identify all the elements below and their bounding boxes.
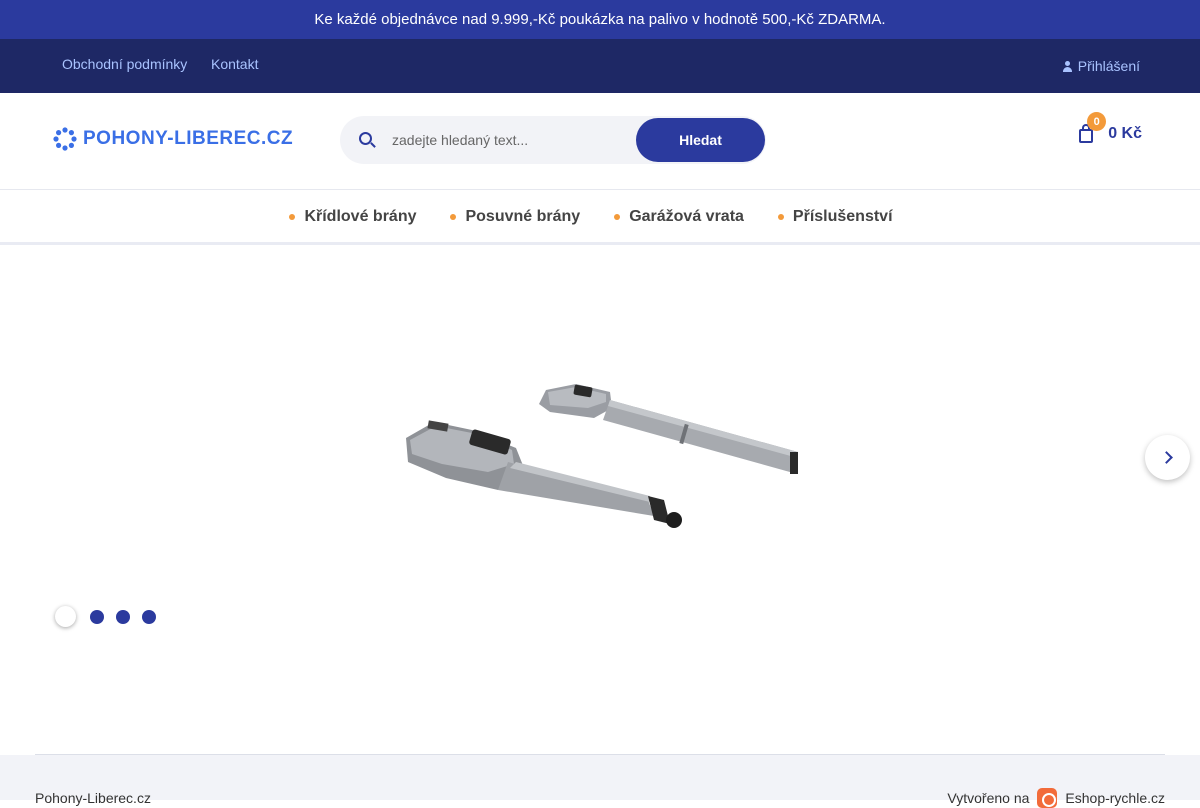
search-bar: Hledat <box>340 116 766 164</box>
bullet-icon <box>289 213 296 220</box>
slider-pagination <box>55 606 156 627</box>
cart-total: 0 Kč <box>1108 125 1142 142</box>
slide-dot-3[interactable] <box>116 609 130 624</box>
logo-text: POHONY-LIBEREC.CZ <box>83 128 294 149</box>
slide-dot-4[interactable] <box>142 609 156 624</box>
login-label: Přihlášení <box>1077 58 1140 74</box>
category-sliding-gates[interactable]: Posuvné brány <box>450 208 580 226</box>
user-icon <box>1062 60 1072 72</box>
footer-created-label: Vytvořeno na <box>947 790 1030 806</box>
site-logo[interactable]: POHONY-LIBEREC.CZ <box>53 127 293 151</box>
slide-dot-2[interactable] <box>90 609 104 624</box>
promo-bar: Ke každé objednávce nad 9.999,-Kč poukáz… <box>0 0 1200 39</box>
promo-text: Ke každé objednávce nad 9.999,-Kč poukáz… <box>314 11 886 28</box>
bullet-icon <box>614 213 621 220</box>
top-nav: Obchodní podmínky Kontakt Přihlášení <box>0 39 1200 93</box>
bullet-icon <box>450 213 457 220</box>
footer: Pohony-Liberec.cz Vytvořeno na Eshop-ryc… <box>0 755 1200 808</box>
hero-slider <box>0 248 1200 754</box>
cart-icon: 0 <box>1078 112 1107 145</box>
category-label: Posuvné brány <box>465 207 581 225</box>
slide-dot-1[interactable] <box>55 606 76 627</box>
category-swing-gates[interactable]: Křídlové brány <box>289 208 416 226</box>
search-icon <box>359 132 372 145</box>
chevron-right-icon <box>1159 451 1173 464</box>
next-slide-button[interactable] <box>1145 435 1190 480</box>
gate-opener-product-image[interactable] <box>398 378 802 538</box>
login-link[interactable]: Přihlášení <box>1062 58 1140 74</box>
category-label: Křídlové brány <box>304 207 417 225</box>
footer-site-name: Pohony-Liberec.cz <box>35 790 151 806</box>
eshop-link[interactable]: Eshop-rychle.cz <box>1065 790 1165 806</box>
category-accessories[interactable]: Příslušenství <box>777 207 893 226</box>
header: POHONY-LIBEREC.CZ Hledat 0 0 Kč <box>0 93 1200 190</box>
category-label: Příslušenství <box>792 207 893 225</box>
bullet-icon <box>777 213 784 220</box>
contact-link[interactable]: Kontakt <box>211 56 258 72</box>
search-input[interactable] <box>392 128 622 152</box>
category-label: Garážová vrata <box>629 207 744 225</box>
cart[interactable]: 0 0 Kč <box>1078 112 1142 145</box>
cart-count-badge: 0 <box>1087 112 1107 131</box>
category-garage-doors[interactable]: Garážová vrata <box>614 208 744 226</box>
category-nav: Křídlové brány Posuvné brány Garážová vr… <box>0 191 1200 245</box>
logo-gear-icon <box>53 127 77 151</box>
footer-credit: Vytvořeno na Eshop-rychle.cz <box>947 788 1165 808</box>
terms-link[interactable]: Obchodní podmínky <box>62 56 187 72</box>
search-button[interactable]: Hledat <box>636 118 765 162</box>
eshop-logo-icon <box>1037 788 1058 808</box>
